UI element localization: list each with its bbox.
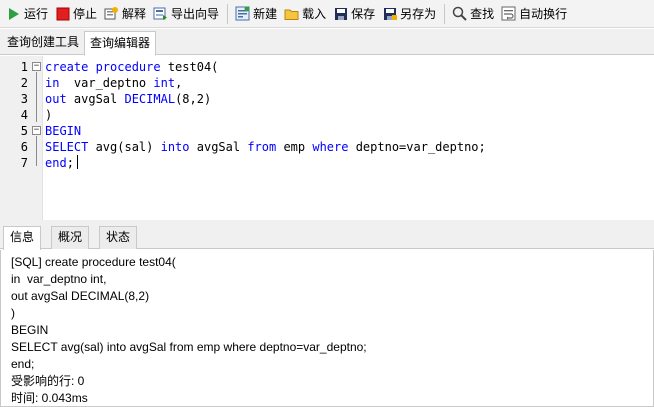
sql-text: test04( — [167, 60, 219, 74]
code-line: out avgSal DECIMAL(8,2) — [45, 91, 211, 107]
stop-label: 停止 — [73, 7, 98, 21]
code-line: create procedure test04( — [45, 59, 218, 75]
sql-text: avgSal — [66, 92, 125, 106]
line-number: 3 — [20, 92, 28, 106]
message-line: [SQL] create procedure test04( — [11, 255, 176, 269]
line-number: 2 — [20, 76, 28, 90]
tab-info[interactable]: 信息 — [3, 226, 42, 250]
export-icon — [153, 6, 168, 21]
sql-keyword: out — [45, 92, 67, 106]
editor-tab-bar: 查询创建工具 查询编辑器 — [0, 29, 654, 56]
save-as-icon — [382, 6, 397, 21]
play-icon — [6, 6, 21, 21]
message-line: BEGIN — [11, 323, 49, 337]
sql-text: ; — [66, 156, 74, 170]
tab-status[interactable]: 状态 — [99, 226, 138, 249]
wrap-label: 自动换行 — [519, 7, 568, 21]
sql-text: deptno=var_deptno; — [348, 140, 486, 154]
export-wizard-label: 导出向导 — [171, 7, 220, 21]
find-button[interactable]: 查找 — [449, 2, 498, 26]
query-time: 时间: 0.043ms — [11, 391, 88, 405]
sql-keyword: int — [153, 76, 176, 90]
load-button[interactable]: 载入 — [281, 2, 330, 26]
code-line: end; — [45, 155, 78, 171]
affected-rows: 受影响的行: 0 — [11, 374, 85, 388]
run-button[interactable]: 运行 — [3, 2, 52, 26]
explain-label: 解释 — [122, 7, 147, 21]
sql-keyword: end — [45, 156, 67, 170]
code-line: in var_deptno int, — [45, 75, 182, 91]
toolbar-separator — [444, 3, 446, 24]
message-line: SELECT avg(sal) into avgSal from emp whe… — [11, 340, 367, 354]
fold-guide — [36, 136, 37, 166]
message-line: end; — [11, 357, 35, 371]
sql-keyword: from — [247, 140, 277, 154]
sql-editor[interactable]: 1 2 3 4 5 6 7 − − create procedure test0… — [0, 56, 654, 220]
new-icon — [235, 6, 250, 21]
line-number: 1 — [20, 60, 28, 74]
sql-keyword: SELECT — [45, 140, 89, 154]
code-line: ) — [45, 107, 52, 123]
export-wizard-button[interactable]: 导出向导 — [150, 2, 223, 26]
text-cursor — [76, 155, 78, 169]
wrap-icon — [501, 6, 516, 21]
tab-query-builder[interactable]: 查询创建工具 — [2, 31, 84, 55]
sql-keyword: DECIMAL — [124, 92, 176, 106]
line-number: 6 — [20, 140, 28, 154]
fold-toggle[interactable]: − — [32, 62, 41, 71]
explain-button[interactable]: 解释 — [101, 2, 150, 26]
explain-icon — [104, 6, 119, 21]
sql-text: (8,2) — [175, 92, 212, 106]
line-number: 4 — [20, 108, 28, 122]
wrap-button[interactable]: 自动换行 — [498, 2, 571, 26]
save-icon — [333, 6, 348, 21]
line-number: 5 — [20, 124, 28, 138]
sql-text: avgSal — [189, 140, 248, 154]
sql-text: var_deptno — [59, 76, 154, 90]
load-label: 载入 — [302, 7, 327, 21]
fold-guide — [36, 72, 37, 122]
sql-keyword: create procedure — [45, 60, 168, 74]
sql-text: , — [175, 76, 183, 90]
code-line: BEGIN — [45, 123, 81, 139]
stop-icon — [55, 6, 70, 21]
fold-toggle[interactable]: − — [32, 126, 41, 135]
save-as-button[interactable]: 另存为 — [379, 2, 440, 26]
toolbar-separator — [227, 3, 229, 24]
stop-button[interactable]: 停止 — [52, 2, 101, 26]
message-panel: [SQL] create procedure test04( in var_de… — [0, 250, 654, 407]
message-line: in var_deptno int, — [11, 272, 107, 286]
line-number-gutter: 1 2 3 4 5 6 7 − − — [0, 56, 43, 220]
sql-text: emp — [276, 140, 313, 154]
tab-query-editor[interactable]: 查询编辑器 — [84, 31, 157, 56]
run-label: 运行 — [24, 7, 49, 21]
save-as-label: 另存为 — [400, 7, 437, 21]
sql-keyword: where — [312, 140, 349, 154]
new-button[interactable]: 新建 — [232, 2, 281, 26]
folder-icon — [284, 6, 299, 21]
tab-profile[interactable]: 概况 — [51, 226, 90, 249]
search-icon — [452, 6, 467, 21]
result-tab-bar: 信息 概况 状态 — [0, 225, 654, 250]
message-line: ) — [11, 306, 15, 320]
new-label: 新建 — [253, 7, 278, 21]
find-label: 查找 — [470, 7, 495, 21]
toolbar: 运行 停止 解释 导出向导 新建 载入 保存 另存为 查找 自动换行 — [0, 0, 654, 28]
sql-text: ) — [45, 108, 53, 122]
sql-keyword: into — [160, 140, 190, 154]
sql-keyword: in — [45, 76, 60, 90]
code-line: SELECT avg(sal) into avgSal from emp whe… — [45, 139, 486, 155]
sql-text: avg(sal) — [88, 140, 161, 154]
save-label: 保存 — [351, 7, 376, 21]
line-number: 7 — [20, 156, 28, 170]
message-line: out avgSal DECIMAL(8,2) — [11, 289, 150, 303]
save-button[interactable]: 保存 — [330, 2, 379, 26]
sql-keyword: BEGIN — [45, 124, 82, 138]
